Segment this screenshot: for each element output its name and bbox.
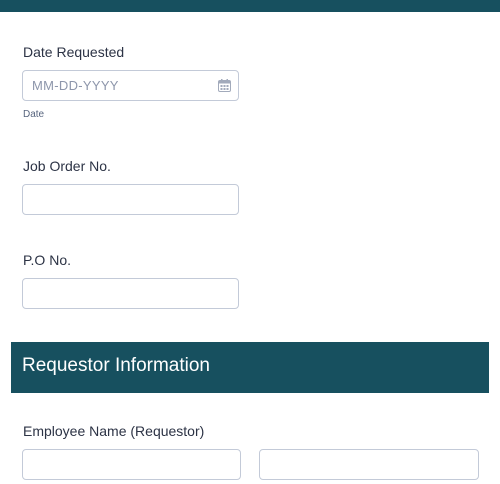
- employee-name-label: Employee Name (Requestor): [23, 423, 205, 439]
- requestor-section-title: Requestor Information: [22, 355, 210, 376]
- job-order-label: Job Order No.: [23, 158, 111, 174]
- requestor-section-header: Requestor Information: [11, 342, 489, 393]
- employee-last-name-input[interactable]: [259, 449, 479, 480]
- calendar-icon[interactable]: [218, 79, 231, 92]
- job-order-input[interactable]: [22, 184, 239, 215]
- po-number-input[interactable]: [22, 278, 239, 309]
- date-requested-input[interactable]: [22, 70, 239, 101]
- date-requested-label: Date Requested: [23, 44, 125, 60]
- top-header-bar: [0, 0, 500, 12]
- employee-first-name-input[interactable]: [22, 449, 241, 480]
- po-number-label: P.O No.: [23, 252, 71, 268]
- date-sublabel: Date: [23, 109, 45, 120]
